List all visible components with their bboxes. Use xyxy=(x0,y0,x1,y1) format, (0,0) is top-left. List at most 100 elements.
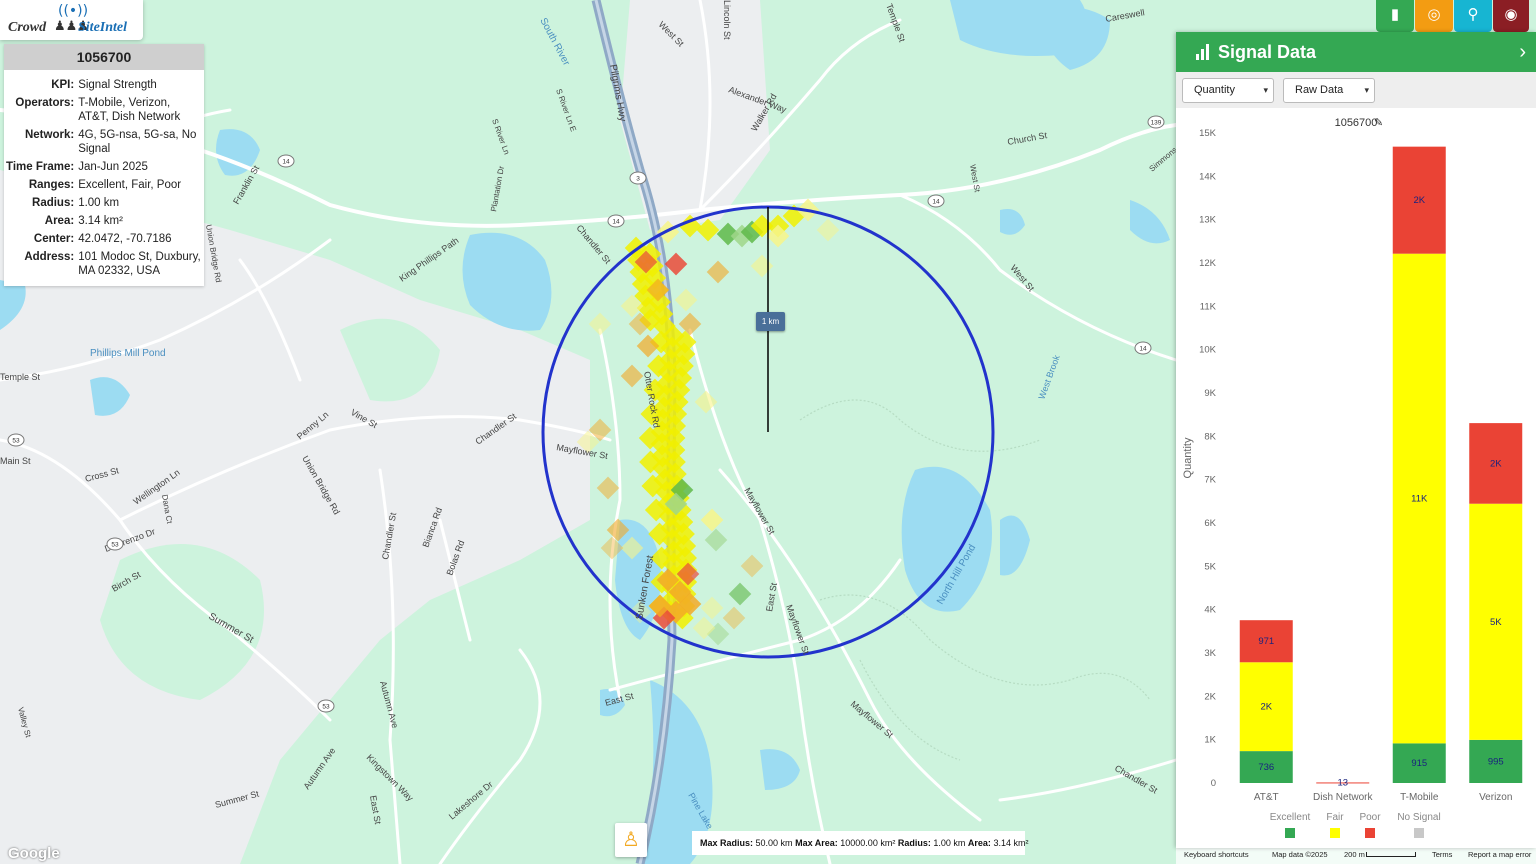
site-id-header: 1056700 xyxy=(4,44,204,70)
terms-link[interactable]: Terms xyxy=(1432,846,1452,864)
street-view-pegman-icon[interactable]: ♙ xyxy=(615,823,647,857)
map-place-label: Simmons xyxy=(1148,145,1179,173)
map-place-label: Mayflower St xyxy=(742,486,777,536)
max-radius-value: 50.00 km xyxy=(755,838,793,848)
area-value: 3.14 km² xyxy=(993,838,1029,848)
legend-label[interactable]: Fair xyxy=(1326,812,1344,823)
bar-value-label: 915 xyxy=(1411,758,1427,769)
info-value: Excellent, Fair, Poor xyxy=(78,179,182,191)
map-scale-bar xyxy=(1366,852,1416,857)
water-body xyxy=(1000,515,1030,576)
signal-sample-cell xyxy=(588,312,612,336)
signal-logo-icon: ((•)) xyxy=(58,3,89,19)
info-row: KPI: Signal Strength xyxy=(4,76,204,94)
signal-sample-cell xyxy=(704,528,728,552)
bar-value-label: 11K xyxy=(1411,494,1428,505)
map-place-label: King Phillips Path xyxy=(397,235,460,283)
y-tick-label: 10K xyxy=(1199,345,1217,356)
y-tick-label: 3K xyxy=(1204,648,1216,659)
max-radius-label: Max Radius: xyxy=(700,838,754,848)
signal-sample-cell xyxy=(740,554,764,578)
map-place-label: Main St xyxy=(0,456,31,466)
signal-sample-cell xyxy=(674,288,698,312)
radius-value: 1.00 km xyxy=(933,838,966,848)
info-row: Time Frame: Jan-Jun 2025 xyxy=(4,158,204,176)
chart-button[interactable]: ▮ xyxy=(1376,0,1414,32)
map-scale-text[interactable]: 200 m xyxy=(1344,846,1365,864)
target-button[interactable]: ◎ xyxy=(1415,0,1453,32)
y-tick-label: 0 xyxy=(1211,778,1216,789)
signal-sample-cell xyxy=(596,476,620,500)
signal-sample-cell xyxy=(722,606,746,630)
y-tick-label: 13K xyxy=(1199,215,1217,226)
bar-value-label: 971 xyxy=(1258,636,1274,647)
signal-data-panel: Signal Data › Quantity ▾ Raw Data ▾ 1056… xyxy=(1176,32,1536,848)
route-shield-icon: 53 xyxy=(106,537,124,551)
collapse-panel-chevron-icon[interactable]: › xyxy=(1519,32,1526,72)
globe-button[interactable]: ◉ xyxy=(1493,0,1529,32)
globe-icon: ◉ xyxy=(1504,6,1518,23)
legend-label[interactable]: No Signal xyxy=(1397,812,1440,823)
info-value: 101 Modoc St, Duxbury, MA 02332, USA xyxy=(78,251,201,277)
chevron-down-icon: ▾ xyxy=(1364,85,1369,95)
map-place-label: Autumn Ave xyxy=(378,680,400,729)
data-mode-select-value: Raw Data xyxy=(1295,84,1344,96)
info-key: Ranges: xyxy=(28,179,75,191)
water-body xyxy=(1040,6,1110,70)
info-key: Address: xyxy=(24,251,75,263)
google-logo[interactable]: Google xyxy=(8,845,60,862)
signal-sample-cell xyxy=(728,582,752,606)
map-place-label: West Brook xyxy=(1036,353,1061,400)
info-row: Area: 3.14 km² xyxy=(4,212,204,230)
info-key: Operators: xyxy=(15,97,75,109)
metric-select[interactable]: Quantity ▾ xyxy=(1182,78,1274,103)
map-place-label: Church St xyxy=(1007,130,1049,147)
chart-controls: Quantity ▾ Raw Data ▾ xyxy=(1176,72,1536,108)
signal-bars-icon xyxy=(1196,44,1212,60)
info-key: KPI: xyxy=(51,79,75,91)
bar-value-label: 13 xyxy=(1337,778,1348,789)
legend-label[interactable]: Poor xyxy=(1359,812,1381,823)
info-row: Operators: T-Mobile, Verizon, AT&T, Dish … xyxy=(4,94,204,126)
y-tick-label: 2K xyxy=(1204,691,1216,702)
legend-swatch[interactable] xyxy=(1365,828,1375,838)
road xyxy=(438,648,542,864)
edit-title-pencil-icon[interactable]: ✎ xyxy=(1374,117,1383,129)
site-info-panel: 1056700 KPI: Signal Strength Operators: T-M… xyxy=(4,44,204,286)
report-map-error-link[interactable]: Report a map error xyxy=(1468,846,1531,864)
route-shield-label: 3 xyxy=(636,176,640,183)
data-mode-select[interactable]: Raw Data ▾ xyxy=(1283,78,1375,103)
max-area-label: Max Area: xyxy=(795,838,838,848)
legend-label[interactable]: Excellent xyxy=(1270,812,1311,823)
map-place-label: S River Ln xyxy=(490,118,511,156)
map-place-label: Plantation Dr xyxy=(489,165,506,212)
legend-swatch[interactable] xyxy=(1285,828,1295,838)
y-tick-label: 12K xyxy=(1199,258,1217,269)
crowdsiteintel-logo[interactable]: ((•)) Crowd ♟♟♟ SiteIntel xyxy=(0,0,143,40)
y-axis-label: Quantity xyxy=(1182,437,1194,478)
legend-swatch[interactable] xyxy=(1330,828,1340,838)
signal-bar-chart: 1056700✎ 0 1K 2K 3K 4K 5K 6K 7K 8K 9K 10K 11K 12K 13K 1… xyxy=(1182,117,1523,838)
location-button[interactable]: ⚲ xyxy=(1454,0,1492,32)
x-category-label: AT&T xyxy=(1254,792,1279,803)
route-shield-label: 14 xyxy=(282,159,290,166)
legend-swatch[interactable] xyxy=(1414,828,1424,838)
x-category-label: Verizon xyxy=(1479,792,1512,803)
map-place-label: Phillips Mill Pond xyxy=(90,348,166,359)
map-place-label: Chandler St xyxy=(574,223,613,266)
metric-select-value: Quantity xyxy=(1194,84,1235,96)
info-row: Center: 42.0472, -70.7186 xyxy=(4,230,204,248)
keyboard-shortcuts-link[interactable]: Keyboard shortcuts xyxy=(1184,846,1249,864)
signal-sample-cell xyxy=(750,254,774,278)
route-shield-label: 14 xyxy=(932,199,940,206)
map-place-label: S River Ln E xyxy=(554,88,578,133)
map-data-text: Map data ©2025 xyxy=(1272,850,1328,859)
y-tick-label: 4K xyxy=(1204,605,1216,616)
site-info-table: KPI: Signal Strength Operators: T-Mobile, V… xyxy=(4,76,204,280)
info-row: Address: 101 Modoc St, Duxbury, MA 02332,… xyxy=(4,248,204,280)
map-place-label: Temple St xyxy=(884,2,907,43)
road xyxy=(998,758,1178,802)
map-pin-icon: ⚲ xyxy=(1467,6,1479,23)
route-shield-icon: 14 xyxy=(927,194,945,208)
info-value: 3.14 km² xyxy=(78,215,123,227)
